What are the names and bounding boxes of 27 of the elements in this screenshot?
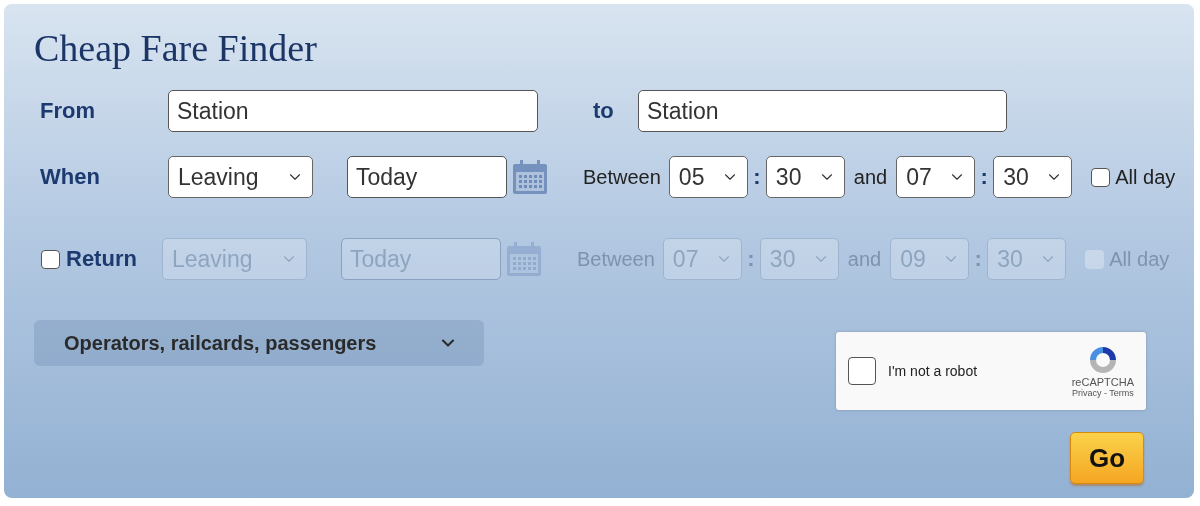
panel-title: Cheap Fare Finder [34,26,318,70]
time-separator: : [746,246,756,272]
field-label: From [40,98,95,124]
all-day-label: All day [1115,165,1176,189]
between-label: Between [583,165,661,189]
go-button[interactable]: Go [1070,432,1144,484]
captcha-checkbox[interactable] [848,357,876,385]
recaptcha-brand: reCAPTCHA [1071,376,1134,388]
and-label: and [853,165,888,189]
field-label: When [40,164,100,190]
time-separator: : [752,164,762,190]
dropdown[interactable]: 05 [668,156,748,198]
dropdown[interactable]: Leaving [168,156,313,198]
all-day-checkbox[interactable] [1091,167,1111,187]
captcha-label: I'm not a robot [888,363,979,379]
time-separator: : [979,164,989,190]
date-field[interactable]: Today [347,156,507,198]
station-field[interactable]: Station [638,90,1007,132]
dropdown[interactable]: 30 [993,156,1073,198]
captcha-links[interactable]: Privacy - Terms [1071,388,1134,398]
time-separator: : [973,246,983,272]
field-label: to [593,98,614,124]
field-label: Return [66,246,137,272]
dropdown[interactable]: 07 [896,156,976,198]
station-field[interactable]: Station [168,90,538,132]
options-toggle[interactable]: Operators, railcards, passengers [34,320,484,366]
dropdown[interactable]: 30 [765,156,845,198]
